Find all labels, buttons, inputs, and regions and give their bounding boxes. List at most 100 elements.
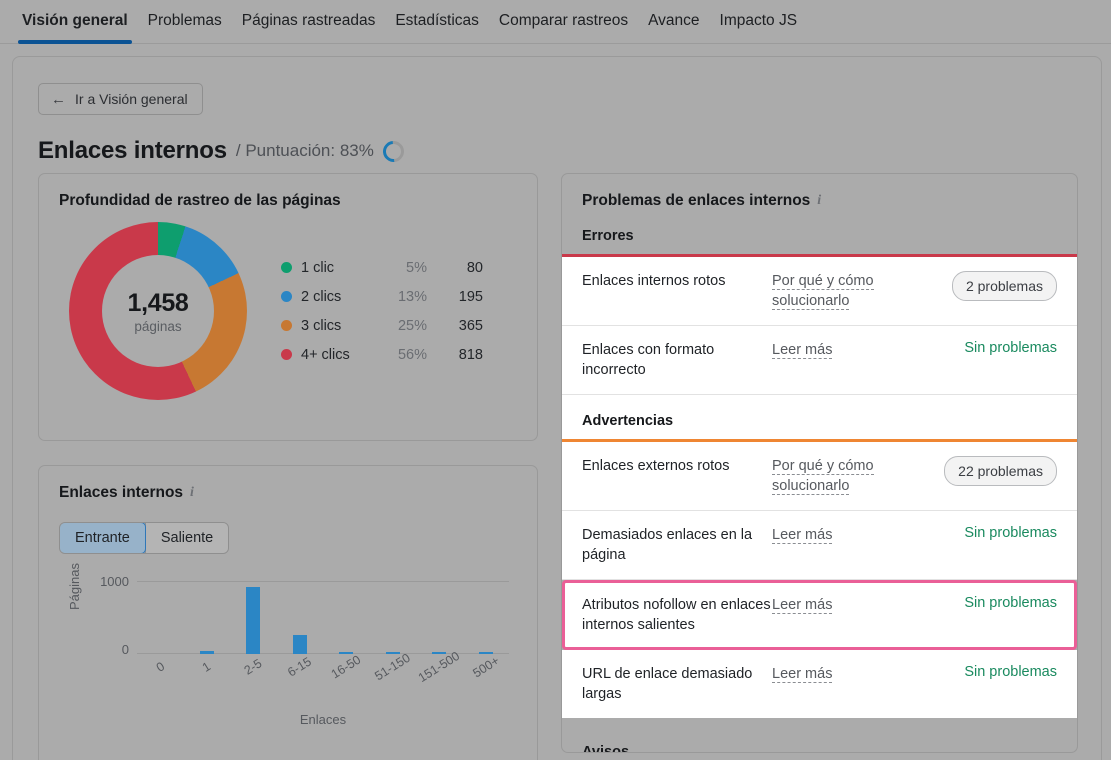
issue-row[interactable]: Demasiados enlaces en la páginaLeer másS… (562, 511, 1077, 580)
x-tick-label: 6-15 (285, 654, 314, 679)
bar-slot (323, 581, 370, 654)
arrow-left-icon: ← (51, 92, 66, 107)
tab-6[interactable]: Impacto JS (710, 0, 808, 44)
section-gap (562, 718, 1077, 744)
issue-learn-more-link[interactable]: Leer más (772, 340, 922, 360)
tab-2[interactable]: Páginas rastreadas (232, 0, 386, 44)
legend-label: 4+ clics (301, 347, 373, 363)
tab-3[interactable]: Estadísticas (385, 0, 489, 44)
legend-percent: 56% (373, 347, 427, 363)
issue-status-cell: Sin problemas (922, 525, 1057, 541)
legend-item: 2 clics13%195 (281, 289, 483, 305)
tab-0[interactable]: Visión general (12, 0, 138, 44)
info-icon[interactable]: i (817, 193, 821, 209)
bar[interactable] (479, 652, 493, 654)
tab-1[interactable]: Problemas (138, 0, 232, 44)
issues-header: Problemas de enlaces internos i (562, 174, 1077, 210)
legend-label: 3 clics (301, 318, 373, 334)
issue-count-badge[interactable]: 2 problemas (952, 271, 1057, 301)
legend-value: 365 (427, 318, 483, 334)
legend-value: 195 (427, 289, 483, 305)
legend-percent: 13% (373, 289, 427, 305)
bar[interactable] (386, 652, 400, 654)
direction-toggle[interactable]: EntranteSaliente (59, 522, 229, 554)
toggle-saliente[interactable]: Saliente (145, 523, 228, 553)
internal-link-issues-card: Problemas de enlaces internos i ErroresE… (561, 173, 1078, 753)
bar-slot (463, 581, 510, 654)
issue-learn-more-link[interactable]: Leer más (772, 664, 922, 684)
issue-status-cell: 2 problemas (922, 271, 1057, 301)
issue-row[interactable]: URL de enlace demasiado largasLeer más Si… (562, 650, 1077, 718)
x-tick-slot: 2-5 (230, 660, 277, 674)
internal-links-title: Enlaces internos i (59, 484, 517, 502)
y-tick-1000: 1000 (81, 574, 129, 589)
legend-color-swatch (281, 320, 292, 331)
tab-4[interactable]: Comparar rastreos (489, 0, 638, 44)
tab-bar: Visión generalProblemasPáginas rastreada… (0, 0, 1111, 44)
issues-title-text: Problemas de enlaces internos (582, 192, 810, 210)
issue-row[interactable]: Enlaces internos rotosPor qué y cómo sol… (562, 257, 1077, 326)
bar-slot (184, 581, 231, 654)
bar[interactable] (432, 652, 446, 654)
issue-count-badge[interactable]: 22 problemas (944, 456, 1057, 486)
issue-row[interactable]: Atributos nofollow en enlaces internos s… (562, 580, 1077, 650)
bar-slot (230, 581, 277, 654)
section-heading: Advertencias (562, 395, 1077, 439)
donut-center-value: 1,458 (127, 289, 188, 318)
page-title: Enlaces internos / Puntuación: 83% (38, 137, 1101, 165)
legend-item: 1 clic5%80 (281, 260, 483, 276)
bar-slot (370, 581, 417, 654)
x-tick-slot: 0 (137, 660, 184, 674)
content-panel: ← Ir a Visión general Enlaces internos /… (12, 56, 1102, 760)
y-tick-0: 0 (81, 642, 129, 657)
x-tick-label: 151-500 (416, 649, 462, 685)
bar[interactable] (200, 651, 214, 654)
bar-slot (137, 581, 184, 654)
issue-no-problems-status: Sin problemas (964, 595, 1057, 611)
bar-slot (277, 581, 324, 654)
legend-item: 3 clics25%365 (281, 318, 483, 334)
tab-5[interactable]: Avance (638, 0, 709, 44)
legend-item: 4+ clics56%818 (281, 347, 483, 363)
bar[interactable] (293, 635, 307, 654)
issue-learn-more-link[interactable]: Por qué y cómo solucionarlo (772, 456, 922, 496)
legend-color-swatch (281, 349, 292, 360)
issue-name: Enlaces externos rotos (582, 456, 772, 476)
x-tick-slot: 500+ (463, 660, 510, 674)
x-tick-label: 2-5 (242, 656, 265, 677)
issue-name: Atributos nofollow en enlaces internos s… (582, 595, 772, 635)
internal-links-card: Enlaces internos i EntranteSaliente Pági… (38, 465, 538, 760)
issue-name: Enlaces internos rotos (582, 271, 772, 291)
x-tick-label: 51-150 (373, 651, 413, 684)
x-tick-slot: 151-500 (416, 660, 463, 674)
bar[interactable] (246, 587, 260, 654)
toggle-entrante[interactable]: Entrante (59, 522, 146, 554)
back-button-label: Ir a Visión general (75, 91, 188, 107)
issue-name: URL de enlace demasiado largas (582, 664, 772, 704)
legend-color-swatch (281, 291, 292, 302)
x-tick-label: 16-50 (329, 653, 364, 682)
x-tick-slot: 51-150 (370, 660, 417, 674)
issue-learn-more-link[interactable]: Leer más (772, 525, 922, 545)
next-section-heading: Avisos (562, 744, 1077, 752)
issue-row[interactable]: Enlaces externos rotosPor qué y cómo sol… (562, 442, 1077, 511)
issue-learn-more-link[interactable]: Por qué y cómo solucionarlo (772, 271, 922, 311)
x-axis-ticks: 012-56-1516-5051-150151-500500+ (137, 660, 509, 674)
donut-center: 1,458 páginas (102, 255, 214, 367)
bar[interactable] (339, 652, 353, 654)
info-icon[interactable]: i (190, 485, 194, 501)
page-title-text: Enlaces internos (38, 137, 227, 165)
donut-center-label: páginas (134, 319, 181, 334)
x-tick-slot: 1 (184, 660, 231, 674)
issue-row[interactable]: Enlaces con formato incorrectoLeer másSi… (562, 326, 1077, 395)
x-axis-label: Enlaces (137, 712, 509, 727)
issue-no-problems-status: Sin problemas (964, 664, 1057, 680)
legend-value: 80 (427, 260, 483, 276)
issue-name: Enlaces con formato incorrecto (582, 340, 772, 380)
back-to-overview-button[interactable]: ← Ir a Visión general (38, 83, 203, 115)
crawl-depth-title: Profundidad de rastreo de las páginas (59, 192, 517, 210)
crawl-depth-donut-chart: 1,458 páginas (69, 222, 247, 400)
legend-value: 818 (427, 347, 483, 363)
issue-learn-more-link[interactable]: Leer más (772, 595, 922, 615)
issue-status-cell: Sin problemas (922, 664, 1057, 680)
